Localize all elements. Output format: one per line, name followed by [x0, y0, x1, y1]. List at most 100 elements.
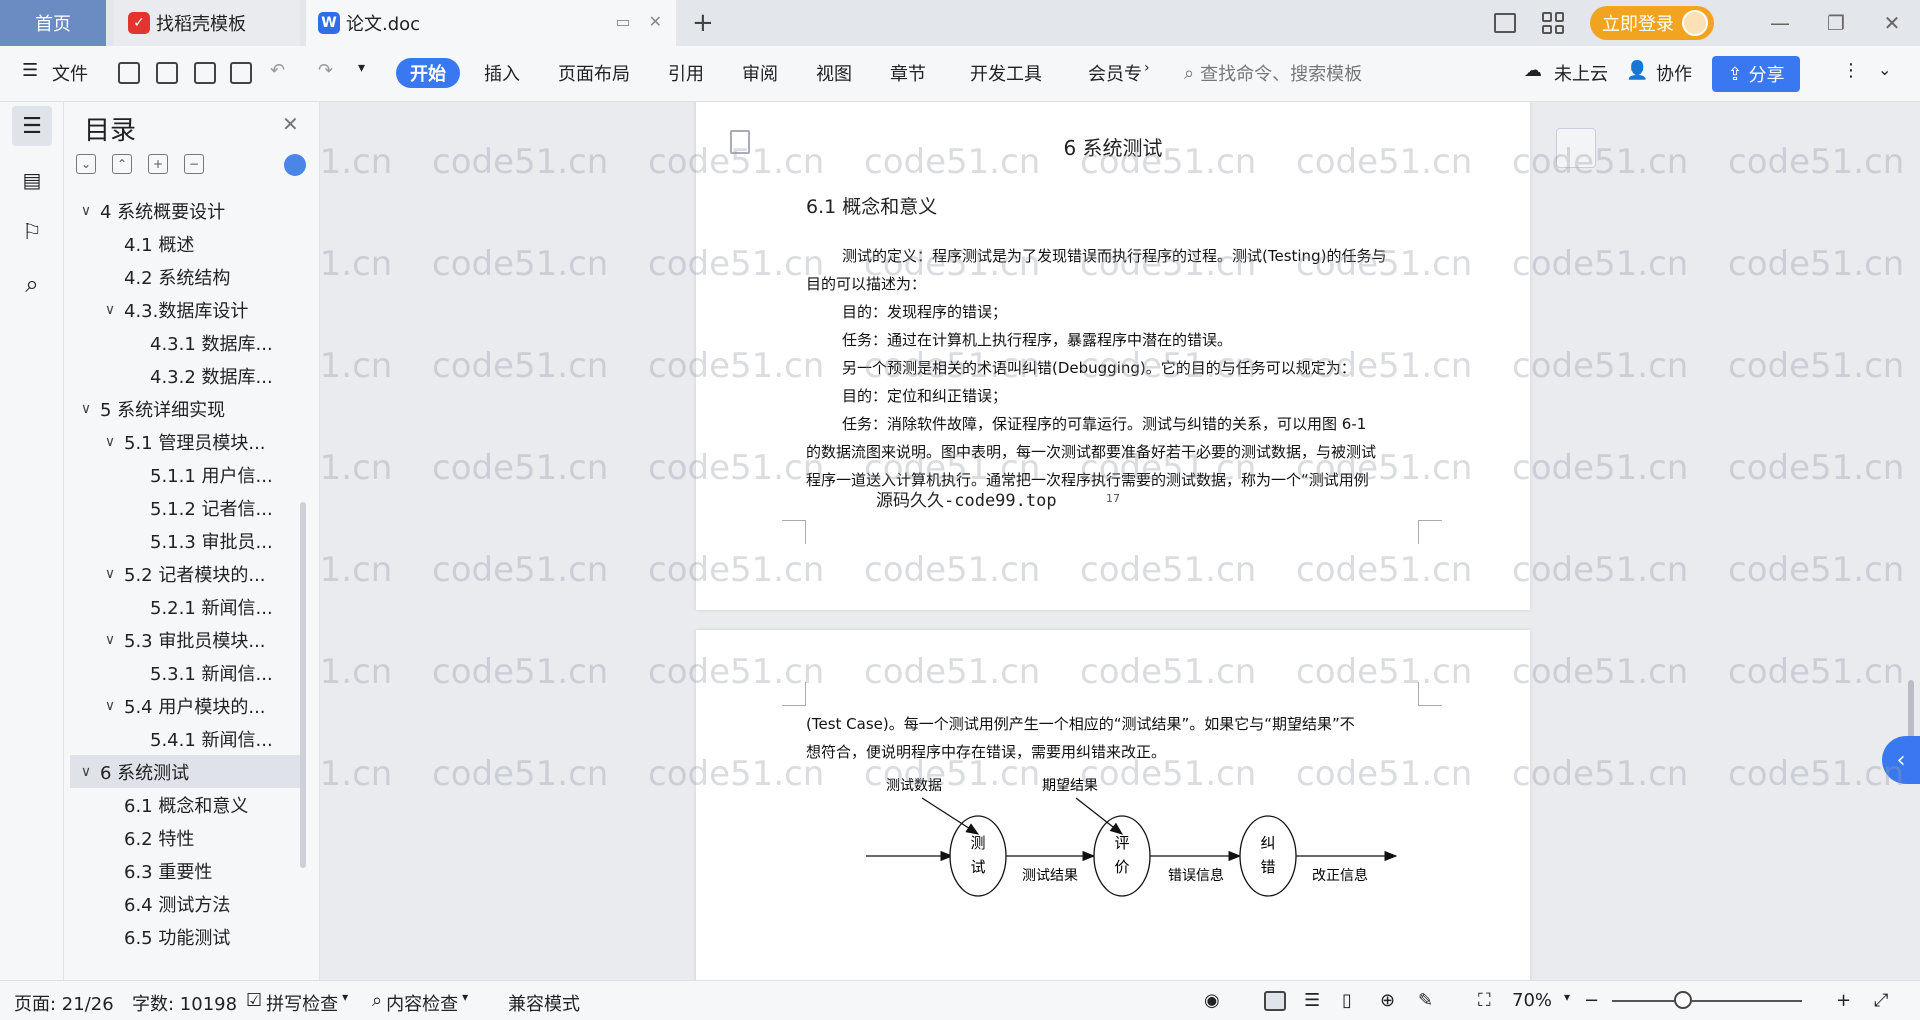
scroll-thumb[interactable] — [1908, 680, 1914, 740]
zoom-chevron-icon[interactable]: ▾ — [1564, 990, 1570, 1004]
chevron-down-icon[interactable]: ∨ — [100, 566, 120, 582]
share-button[interactable]: ⇪ 分享 — [1712, 56, 1800, 92]
toc-item[interactable]: 4.1 概述 — [70, 227, 302, 260]
tab-insert[interactable]: 插入 — [484, 60, 520, 86]
tab-daoke-templates[interactable]: ✓ 找稻壳模板 — [114, 0, 300, 46]
tab-review[interactable]: 审阅 — [742, 60, 778, 86]
toc-item[interactable]: 6.4 测试方法 — [70, 887, 302, 920]
page-options-icon[interactable] — [1556, 128, 1596, 168]
toc-item[interactable]: ∨ 5.2 记者模块的... — [70, 557, 302, 590]
web-view-icon[interactable]: ⊕ — [1380, 990, 1395, 1011]
tab-page-layout[interactable]: 页面布局 — [558, 60, 630, 86]
tab-dev-tools[interactable]: 开发工具 — [970, 60, 1042, 86]
toc-item[interactable]: 4.3.2 数据库... — [70, 359, 302, 392]
ai-assistant-icon[interactable] — [284, 154, 306, 176]
toc-item[interactable]: 5.1.2 记者信... — [70, 491, 302, 524]
close-toc-icon[interactable]: ✕ — [282, 112, 299, 136]
add-heading-icon[interactable]: + — [148, 154, 168, 174]
toc-item[interactable]: ∨ 5 系统详细实现 — [70, 392, 302, 425]
toc-item[interactable]: ∨ 6 系统测试 — [70, 755, 302, 788]
find-panel-button[interactable]: ⌕ — [12, 264, 52, 304]
document-page[interactable]: (Test Case)。每一个测试用例产生一个相应的“测试结果”。如果它与“期望… — [696, 630, 1530, 980]
bookmark-panel-button[interactable]: ⚐ — [12, 212, 52, 252]
layout-icon[interactable] — [1494, 13, 1516, 33]
document-scrollbar[interactable] — [1902, 102, 1920, 980]
chevron-down-icon[interactable]: ∨ — [76, 764, 96, 780]
chevron-down-icon[interactable]: ∨ — [100, 632, 120, 648]
toc-item[interactable]: ∨ 5.4 用户模块的... — [70, 689, 302, 722]
tab-reference[interactable]: 引用 — [668, 60, 704, 86]
tab-start[interactable]: 开始 — [396, 58, 460, 88]
save-icon[interactable] — [118, 62, 140, 84]
toc-item[interactable]: 5.2.1 新闻信... — [70, 590, 302, 623]
zoom-out-icon[interactable]: − — [1584, 990, 1599, 1011]
fit-page-icon[interactable]: ⛶ — [1478, 990, 1491, 1011]
restore-icon[interactable]: ❐ — [1808, 11, 1864, 35]
ribbon-more-chevron-icon[interactable]: › — [1144, 60, 1150, 76]
zoom-in-icon[interactable]: + — [1836, 990, 1851, 1011]
undo-icon[interactable]: ↶ — [270, 60, 285, 81]
apps-grid-icon[interactable] — [1542, 12, 1564, 34]
toc-item[interactable]: 5.3.1 新闻信... — [70, 656, 302, 689]
chevron-down-icon[interactable]: ∨ — [76, 401, 96, 417]
toc-item[interactable]: 4.3.1 数据库... — [70, 326, 302, 359]
zoom-slider-track[interactable] — [1612, 1000, 1802, 1002]
tab-chapter[interactable]: 章节 — [890, 60, 926, 86]
chevron-down-icon[interactable]: ∨ — [100, 698, 120, 714]
toc-item[interactable]: 6.5 功能测试 — [70, 920, 302, 953]
toc-item[interactable]: ∨ 4.3.数据库设计 — [70, 293, 302, 326]
content-check-button[interactable]: ⌕ 内容检查 ▾ — [372, 990, 468, 1016]
new-tab-icon[interactable]: + — [692, 8, 714, 38]
close-window-icon[interactable]: ✕ — [1864, 11, 1920, 35]
toc-item[interactable]: ∨ 5.3 审批员模块... — [70, 623, 302, 656]
collapse-all-icon[interactable]: ⌃ — [112, 154, 132, 174]
menu-icon[interactable]: ☰ — [22, 60, 38, 81]
toc-item[interactable]: ∨ 5.1 管理员模块... — [70, 425, 302, 458]
zoom-level[interactable]: 70% — [1512, 990, 1552, 1011]
tab-view[interactable]: 视图 — [816, 60, 852, 86]
print-preview-icon[interactable] — [230, 62, 252, 84]
read-mode-icon[interactable]: ▯ — [1342, 990, 1352, 1011]
tab-document[interactable]: W 论文.doc ▭ ✕ — [306, 0, 676, 46]
toc-scrollbar[interactable] — [300, 502, 306, 868]
page-indicator[interactable]: 页面: 21/26 — [14, 990, 114, 1016]
document-canvas[interactable]: 6 系统测试 6.1 概念和意义 测试的定义：程序测试是为了发现错误而执行程序的… — [320, 102, 1920, 980]
chevron-down-icon[interactable]: ∨ — [76, 203, 96, 219]
quick-access-chevron-icon[interactable]: ▾ — [358, 60, 365, 76]
collab-button[interactable]: 协作 — [1656, 60, 1692, 86]
toc-panel-button[interactable]: ☰ — [12, 106, 52, 146]
expand-all-icon[interactable]: ⌄ — [76, 154, 96, 174]
more-options-icon[interactable]: ⋮ — [1842, 60, 1860, 81]
screen-icon[interactable]: ▭ — [615, 12, 630, 31]
toc-item[interactable]: 6.1 概念和意义 — [70, 788, 302, 821]
toc-item[interactable]: 5.1.1 用户信... — [70, 458, 302, 491]
tab-home[interactable]: 首页 — [0, 0, 106, 46]
toc-item[interactable]: 5.4.1 新闻信... — [70, 722, 302, 755]
toc-item[interactable]: 5.1.3 审批员... — [70, 524, 302, 557]
print-icon[interactable] — [194, 62, 216, 84]
chevron-down-icon[interactable]: ∨ — [100, 434, 120, 450]
command-search[interactable]: ⌕ 查找命令、搜索模板 — [1184, 60, 1362, 86]
file-menu[interactable]: 文件 — [52, 60, 88, 86]
outline-view-icon[interactable]: ☰ — [1304, 990, 1320, 1011]
side-panel-toggle[interactable]: ‹ — [1882, 736, 1920, 784]
minimize-icon[interactable]: — — [1752, 11, 1808, 35]
chevron-down-icon[interactable]: ∨ — [100, 302, 120, 318]
zoom-slider-handle[interactable] — [1674, 991, 1692, 1009]
page-view-icon[interactable] — [1264, 991, 1286, 1011]
eye-protection-icon[interactable]: ◉ — [1204, 990, 1220, 1011]
fullscreen-icon[interactable]: ⤢ — [1874, 990, 1888, 1011]
toc-item[interactable]: ∨ 4 系统概要设计 — [70, 194, 302, 227]
toc-item[interactable]: 4.2 系统结构 — [70, 260, 302, 293]
toc-item[interactable]: 6.2 特性 — [70, 821, 302, 854]
cloud-status[interactable]: 未上云 — [1554, 60, 1608, 86]
write-mode-icon[interactable]: ✎ — [1418, 990, 1433, 1011]
remove-heading-icon[interactable]: − — [184, 154, 204, 174]
ribbon-collapse-icon[interactable]: ⌄ — [1878, 60, 1891, 79]
spell-check-button[interactable]: ☑ 拼写检查 ▾ — [246, 990, 348, 1016]
outline-panel-button[interactable]: ▤ — [12, 160, 52, 200]
toc-item[interactable]: 6.3 重要性 — [70, 854, 302, 887]
login-button[interactable]: 立即登录 — [1590, 6, 1714, 40]
tab-member[interactable]: 会员专 — [1088, 60, 1142, 86]
export-icon[interactable] — [156, 62, 178, 84]
